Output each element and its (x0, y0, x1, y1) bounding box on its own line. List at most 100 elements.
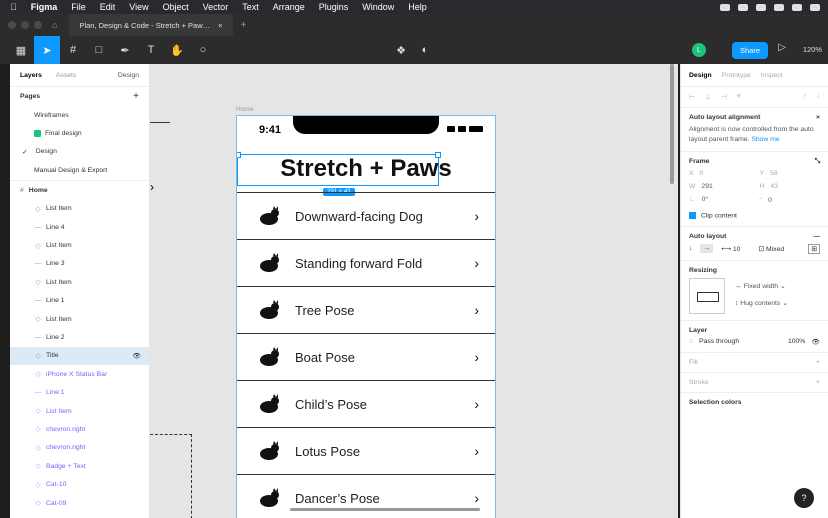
close-tab-icon[interactable]: × (218, 21, 222, 30)
layer-item[interactable]: — Line 1 (10, 292, 149, 310)
zoom-level[interactable]: 120% (803, 45, 822, 54)
rotation-field[interactable]: ∟ 0° (689, 196, 750, 204)
add-fill-icon[interactable]: + (816, 359, 820, 366)
alignment-icon[interactable]: ⊞ (808, 243, 820, 254)
add-stroke-icon[interactable]: + (816, 379, 820, 386)
layer-item[interactable]: ◇ List Item (10, 236, 149, 254)
page-item-manual-design[interactable]: Manual Design & Export (10, 161, 149, 179)
menu-figma[interactable]: Figma (31, 2, 58, 12)
present-icon[interactable]: ▷ (778, 42, 786, 53)
page-select[interactable]: Design (118, 72, 139, 79)
main-menu-icon[interactable]: ▦ (8, 36, 34, 64)
radius-field[interactable]: ◜ 0 (760, 196, 821, 204)
pen-tool-icon[interactable]: ✒ (112, 36, 138, 64)
horizontal-direction-icon[interactable]: → (700, 244, 714, 254)
layer-item[interactable]: — Line 4 (10, 218, 149, 236)
layer-item[interactable]: ◇ List Item (10, 273, 149, 291)
x-field[interactable]: X0 (689, 170, 750, 177)
apple-icon[interactable]:  (10, 2, 17, 12)
horizontal-resizing-select[interactable]: ↔ Fixed width ⌄ (735, 279, 788, 295)
layer-item[interactable]: — Line 2 (10, 328, 149, 346)
minimize-window-button[interactable] (21, 21, 29, 29)
maximize-window-button[interactable] (34, 21, 42, 29)
list-item[interactable]: Child’s Pose › (237, 380, 495, 427)
frame-title[interactable]: Frame (689, 158, 709, 166)
visibility-icon[interactable]: 👁 (132, 352, 141, 360)
text-tool-icon[interactable]: T (138, 36, 164, 64)
page-item-design[interactable]: ✓ Design (10, 143, 149, 161)
layer-item[interactable]: ◇ iPhone X Status Bar (10, 365, 149, 383)
wifi-icon[interactable] (792, 3, 802, 11)
list-item[interactable]: Standing forward Fold › (237, 239, 495, 286)
layer-item[interactable]: — Line 3 (10, 255, 149, 273)
list-item[interactable]: Dancer’s Pose › (237, 474, 495, 518)
show-me-link[interactable]: Show me (751, 136, 779, 143)
align-right-icon[interactable]: ⊣ (721, 93, 727, 101)
menu-object[interactable]: Object (163, 2, 189, 12)
layer-item[interactable]: ◇ List Item (10, 200, 149, 218)
camera-icon[interactable] (720, 3, 730, 11)
frame-tool-icon[interactable]: # (60, 36, 86, 64)
h-field[interactable]: H 43 (760, 183, 821, 190)
list-item[interactable]: Downward-facing Dog › (237, 192, 495, 239)
layer-item[interactable]: ◇ List Item (10, 402, 149, 420)
tab-layers[interactable]: Layers (20, 72, 42, 79)
menu-plugins[interactable]: Plugins (319, 2, 349, 12)
y-field[interactable]: Y 58 (760, 170, 821, 177)
blend-mode-select[interactable]: Pass through (699, 338, 739, 345)
home-icon[interactable]: ⌂ (52, 20, 57, 30)
padding-field[interactable]: ⊡ Mixed (758, 245, 784, 253)
layer-item[interactable]: ◇ chevron.right (10, 439, 149, 457)
tab-inspect[interactable]: Inspect (761, 72, 783, 79)
control-icon[interactable] (738, 3, 748, 11)
canvas-vscrollbar[interactable] (670, 64, 674, 184)
canvas-scrollbar[interactable] (290, 508, 480, 511)
menu-text[interactable]: Text (242, 2, 259, 12)
hand-tool-icon[interactable]: ✋ (164, 36, 190, 64)
layer-item[interactable]: ◇ Cat-09 (10, 494, 149, 512)
down-arrow-icon[interactable]: ↓ (817, 93, 820, 101)
close-icon[interactable]: × (816, 114, 820, 121)
menu-window[interactable]: Window (362, 2, 394, 12)
canvas[interactable]: › Home 9:41 Stretch + Paws 291 × 43 Down… (150, 64, 678, 518)
components-icon[interactable]: ❖ (388, 36, 414, 64)
battery-icon[interactable] (774, 3, 784, 11)
menu-edit[interactable]: Edit (100, 2, 116, 12)
new-tab-icon[interactable]: + (241, 20, 247, 31)
tab-design[interactable]: Design (689, 72, 712, 79)
share-button[interactable]: Share (731, 42, 768, 59)
tab-prototype[interactable]: Prototype (722, 72, 751, 79)
help-button[interactable]: ? (794, 488, 814, 508)
eye-icon[interactable]: 👁 (811, 338, 820, 346)
vertical-direction-icon[interactable]: ↓ (689, 245, 692, 252)
layer-item[interactable]: — Line 1 (10, 383, 149, 401)
menu-file[interactable]: File (71, 2, 86, 12)
contrast-icon[interactable]: ◐ (412, 36, 438, 64)
comment-tool-icon[interactable]: ○ (190, 36, 216, 64)
up-arrow-icon[interactable]: ↑ (803, 93, 806, 101)
add-page-icon[interactable]: + (133, 91, 139, 102)
layer-item[interactable]: ◇ Title 👁 (10, 346, 149, 366)
vertical-resizing-select[interactable]: ↕ Hug contents ⌄ (735, 296, 788, 312)
layer-item[interactable]: ◇ Badge + Text (10, 457, 149, 475)
menu-vector[interactable]: Vector (203, 2, 229, 12)
document-tab[interactable]: Plan, Design & Code - Stretch + Paw… × (69, 14, 233, 36)
bluetooth-icon[interactable] (756, 3, 766, 11)
page-item-final-design[interactable]: Final design (10, 124, 149, 142)
avatar[interactable]: L (692, 43, 706, 57)
phone-frame[interactable]: 9:41 Stretch + Paws 291 × 43 Downward-fa… (236, 115, 496, 518)
menu-view[interactable]: View (129, 2, 148, 12)
layer-home[interactable]: # Home (10, 179, 149, 200)
move-tool-icon[interactable]: ➤ (34, 36, 60, 64)
list-item[interactable]: Tree Pose › (237, 286, 495, 333)
menu-arrange[interactable]: Arrange (273, 2, 305, 12)
list-item[interactable]: Lotus Pose › (237, 427, 495, 474)
frame-label[interactable]: Home (236, 106, 253, 113)
distribute-icon[interactable]: ≡ (737, 93, 741, 101)
layer-item[interactable]: ◇ List Item (10, 310, 149, 328)
list-item[interactable]: Boat Pose › (237, 333, 495, 380)
align-left-icon[interactable]: ⊢ (689, 93, 695, 101)
remove-icon[interactable]: — (813, 233, 820, 240)
opacity-field[interactable]: 100% (788, 338, 805, 345)
layer-item[interactable]: ◇ chevron.right (10, 420, 149, 438)
